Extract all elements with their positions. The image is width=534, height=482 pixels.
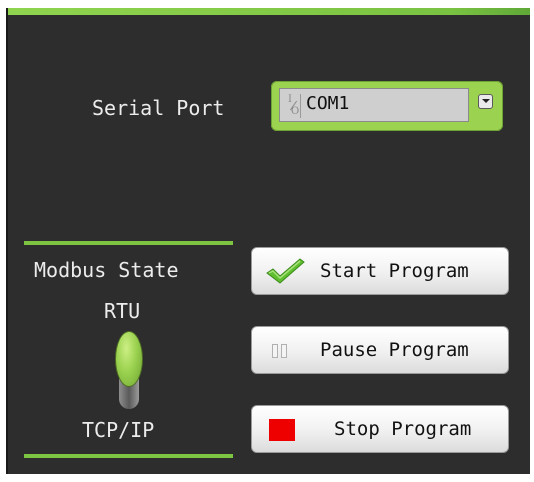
io-resource-icon: I O	[288, 94, 301, 118]
chevron-down-icon	[482, 99, 490, 103]
pause-program-button[interactable]: Pause Program	[251, 326, 509, 374]
modbus-mode-toggle[interactable]	[115, 331, 143, 409]
start-program-label: Start Program	[320, 260, 469, 282]
control-panel: Serial Port I O COM1 Modbus State RTU TC…	[6, 8, 530, 474]
start-program-button[interactable]: Start Program	[251, 247, 509, 295]
serial-port-selector[interactable]: I O COM1	[271, 81, 503, 131]
serial-port-value: COM1	[306, 93, 350, 114]
stop-square-icon	[269, 419, 295, 441]
modbus-tcpip-label: TCP/IP	[82, 418, 155, 442]
pause-program-label: Pause Program	[320, 339, 469, 361]
pause-icon	[272, 344, 290, 358]
stop-program-label: Stop Program	[334, 418, 472, 440]
modbus-divider-top	[24, 241, 233, 245]
top-accent-bar	[8, 8, 530, 15]
serial-port-label: Serial Port	[92, 96, 225, 120]
checkmark-icon	[266, 258, 305, 284]
modbus-divider-bottom	[24, 454, 233, 458]
serial-port-field[interactable]: I O COM1	[279, 88, 469, 122]
serial-port-dropdown-button[interactable]	[478, 94, 493, 109]
modbus-state-label: Modbus State	[34, 258, 179, 282]
stop-program-button[interactable]: Stop Program	[251, 405, 509, 453]
modbus-rtu-label: RTU	[104, 299, 141, 323]
toggle-knob[interactable]	[115, 331, 143, 387]
